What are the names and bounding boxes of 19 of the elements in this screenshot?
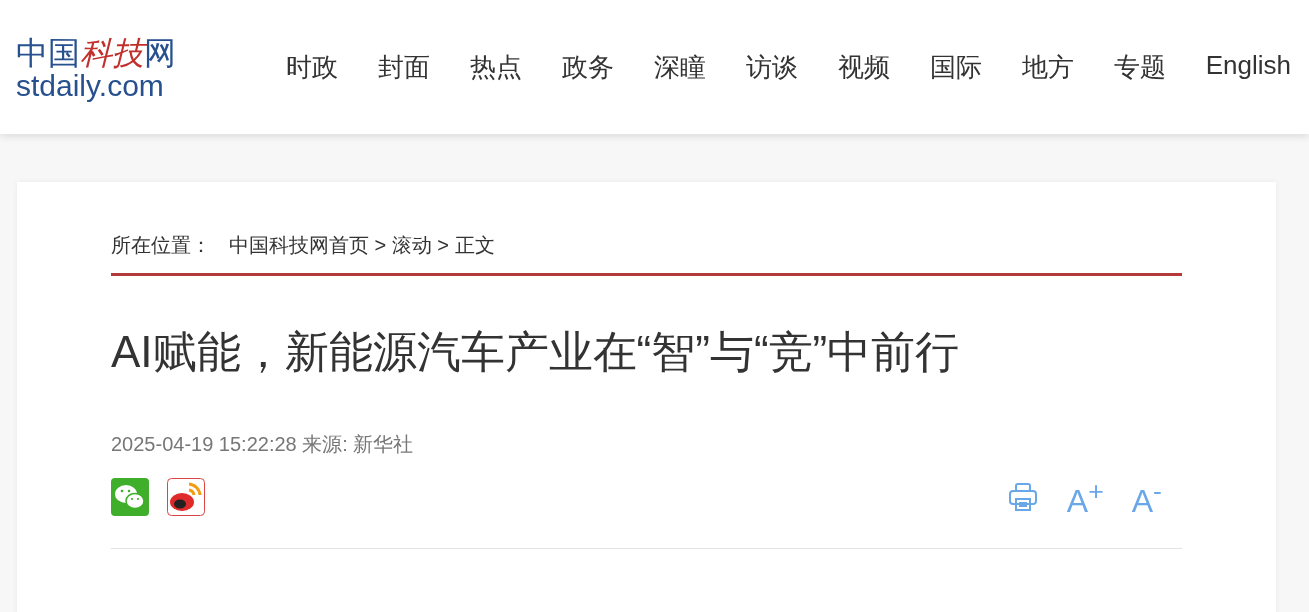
- wechat-share-icon[interactable]: [111, 478, 149, 517]
- article-meta: 2025-04-19 15:22:28 来源: 新华社: [111, 431, 415, 457]
- nav-link[interactable]: 封面: [377, 49, 430, 85]
- print-icon[interactable]: [1006, 481, 1039, 514]
- article-title: AI赋能，新能源汽车产业在“智”与“竞”中前行: [111, 326, 961, 378]
- nav-link[interactable]: 政务: [561, 49, 614, 85]
- breadcrumb-path[interactable]: 中国科技网首页 > 滚动 > 正文: [229, 232, 495, 259]
- nav-link[interactable]: 时政: [285, 49, 338, 85]
- nav-link[interactable]: 视频: [837, 49, 890, 85]
- nav-link[interactable]: 热点: [469, 49, 522, 85]
- nav-link[interactable]: 国际: [929, 49, 982, 85]
- nav-link[interactable]: English: [1205, 49, 1291, 85]
- site-logo[interactable]: 中国科技网 stdaily.com: [16, 37, 176, 101]
- nav-link[interactable]: 地方: [1021, 49, 1074, 85]
- breadcrumb-label: 所在位置：: [111, 233, 211, 258]
- nav-link[interactable]: 专题: [1113, 49, 1166, 85]
- nav-link[interactable]: 深瞳: [653, 49, 706, 85]
- nav-link[interactable]: 访谈: [745, 49, 798, 85]
- weibo-share-icon[interactable]: [167, 478, 205, 517]
